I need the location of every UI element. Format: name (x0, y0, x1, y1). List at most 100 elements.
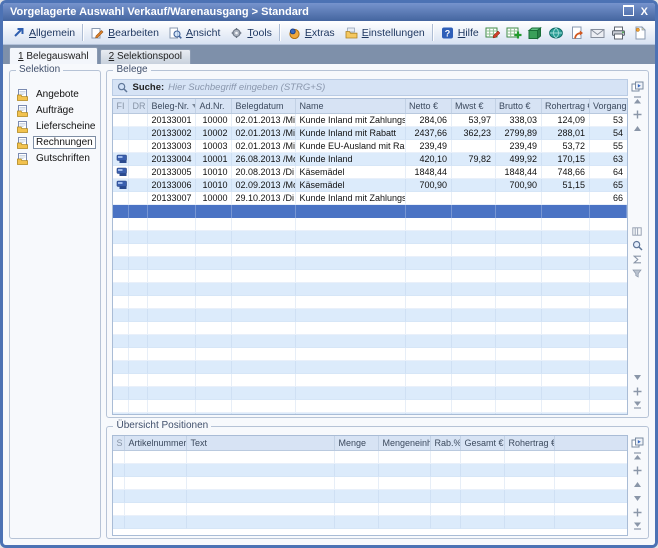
filter-icon[interactable] (631, 268, 644, 280)
table-row[interactable] (113, 296, 627, 309)
scroll-up-icon[interactable] (631, 478, 644, 490)
cell-empty (452, 387, 496, 400)
table-row[interactable]: 201330041000126.08.2013 /MoKunde Inland4… (113, 153, 627, 166)
table-row[interactable]: 201330061001002.09.2013 /MoKäsemädel700,… (113, 179, 627, 192)
table-row[interactable] (113, 270, 627, 283)
globe-icon[interactable] (548, 25, 564, 40)
nav-up-icon[interactable] (631, 108, 644, 120)
column-header-mengeneinheit[interactable]: Mengeneinheit (379, 436, 431, 450)
column-header-mwst-[interactable]: Mwst € (452, 99, 496, 113)
table-row[interactable] (113, 490, 627, 503)
table-row[interactable]: 201330011000002.01.2013 /MiKunde Inland … (113, 114, 627, 127)
table-row[interactable]: 201330021000202.01.2013 /MiKunde Inland … (113, 127, 627, 140)
new-document-icon[interactable] (632, 25, 648, 40)
menu-item-ansicht[interactable]: Ansicht (164, 25, 225, 41)
sidebar-item-gutschriften[interactable]: Gutschriften (16, 152, 98, 165)
nav-down-icon[interactable] (631, 385, 644, 397)
table-row-selected[interactable] (113, 205, 627, 218)
sidebar-item-lieferscheine[interactable]: Lieferscheine (16, 120, 98, 133)
menu-item-extras[interactable]: Extras (283, 25, 340, 41)
menu-item-bearbeiten[interactable]: Bearbeiten (86, 25, 164, 41)
export-icon[interactable] (569, 25, 585, 40)
table-row[interactable] (113, 503, 627, 516)
column-chooser-icon[interactable] (631, 80, 644, 92)
table-edit-icon[interactable] (485, 25, 501, 40)
cell-empty (496, 283, 542, 296)
table-row[interactable] (113, 218, 627, 231)
search-icon[interactable] (631, 240, 644, 252)
scroll-down-icon[interactable] (631, 492, 644, 504)
print-icon[interactable] (611, 25, 627, 40)
package-icon[interactable] (527, 25, 543, 40)
email-icon[interactable] (590, 25, 606, 40)
column-header-brutto-[interactable]: Brutto € (496, 99, 542, 113)
column-header-beleg-nr-[interactable]: Beleg-Nr. (148, 99, 196, 113)
sidebar-item-aufträge[interactable]: Aufträge (16, 104, 98, 117)
scroll-last-icon[interactable] (631, 399, 644, 411)
column-header-name[interactable]: Name (296, 99, 406, 113)
table-row[interactable]: 201330071000029.10.2013 /DiKunde Inland … (113, 192, 627, 205)
positionen-table-header[interactable]: SArtikelnummerTextMengeMengeneinheitRab.… (113, 436, 627, 451)
table-row[interactable] (113, 451, 627, 464)
table-row[interactable] (113, 322, 627, 335)
close-button[interactable]: X (641, 7, 648, 17)
belege-table-header[interactable]: FIDRBeleg-Nr.Ad.Nr.BelegdatumNameNetto €… (113, 99, 627, 114)
table-row[interactable] (113, 244, 627, 257)
table-row[interactable] (113, 387, 627, 400)
column-header-text[interactable]: Text (187, 436, 335, 450)
scroll-down-icon[interactable] (631, 371, 644, 383)
column-header-artikelnummer[interactable]: Artikelnummer (125, 436, 187, 450)
table-row[interactable] (113, 361, 627, 374)
table-row[interactable] (113, 231, 627, 244)
scroll-last-icon[interactable] (631, 520, 644, 532)
scroll-first-icon[interactable] (631, 450, 644, 462)
cell-empty (461, 516, 505, 529)
column-header-rab-[interactable]: Rab.% (431, 436, 461, 450)
table-row[interactable] (113, 413, 627, 414)
column-header-netto-[interactable]: Netto € (406, 99, 452, 113)
column-header-gesamt-[interactable]: Gesamt € (461, 436, 505, 450)
menu-item-hilfe[interactable]: ?Hilfe (436, 25, 484, 41)
table-row[interactable] (113, 477, 627, 490)
menu-item-tools[interactable]: Tools (225, 25, 277, 41)
sidebar-item-angebote[interactable]: Angebote (16, 88, 98, 101)
restore-button[interactable] (623, 3, 634, 21)
column-header-s[interactable]: S (113, 436, 125, 450)
sum-icon[interactable] (631, 254, 644, 266)
column-header-dr[interactable]: DR (129, 99, 148, 113)
column-header-ad-nr-[interactable]: Ad.Nr. (196, 99, 232, 113)
table-row[interactable] (113, 257, 627, 270)
tab-1-belegauswahl[interactable]: 1 Belegauswahl (9, 47, 98, 64)
table-add-icon[interactable] (506, 25, 522, 40)
column-header-rohertrag-[interactable]: Rohertrag € (505, 436, 555, 450)
table-row[interactable] (113, 516, 627, 529)
search-input[interactable] (168, 82, 623, 93)
table-row[interactable] (113, 374, 627, 387)
scroll-first-icon[interactable] (631, 94, 644, 106)
card-view-icon[interactable] (631, 226, 644, 238)
menu-item-einstellungen[interactable]: Einstellungen (340, 25, 430, 41)
tab-2-selektionspool[interactable]: 2 Selektionspool (100, 49, 191, 64)
menu-item-allgemein[interactable]: Allgemein (8, 25, 80, 41)
table-row[interactable] (113, 400, 627, 413)
column-chooser-icon[interactable] (631, 436, 644, 448)
column-header-menge[interactable]: Menge (335, 436, 379, 450)
column-header-blank[interactable] (555, 436, 627, 450)
nav-up-icon[interactable] (631, 464, 644, 476)
scroll-up-icon[interactable] (631, 122, 644, 134)
nav-down-icon[interactable] (631, 506, 644, 518)
table-row[interactable]: 201330031000302.01.2013 /MiKunde EU-Ausl… (113, 140, 627, 153)
cell-empty (461, 451, 505, 464)
column-header-vorgang[interactable]: Vorgang (590, 99, 627, 113)
table-row[interactable] (113, 283, 627, 296)
sidebar-item-rechnungen[interactable]: Rechnungen (16, 136, 98, 149)
column-header-fi[interactable]: FI (113, 99, 129, 113)
column-header-belegdatum[interactable]: Belegdatum (232, 99, 296, 113)
table-row[interactable]: 201330051001020.08.2013 /DiKäsemädel1848… (113, 166, 627, 179)
table-row[interactable] (113, 348, 627, 361)
table-row[interactable] (113, 464, 627, 477)
table-row[interactable] (113, 335, 627, 348)
column-header-rohertrag-[interactable]: Rohertrag € (542, 99, 590, 113)
table-row[interactable] (113, 309, 627, 322)
cell-belegdatum (232, 205, 296, 218)
